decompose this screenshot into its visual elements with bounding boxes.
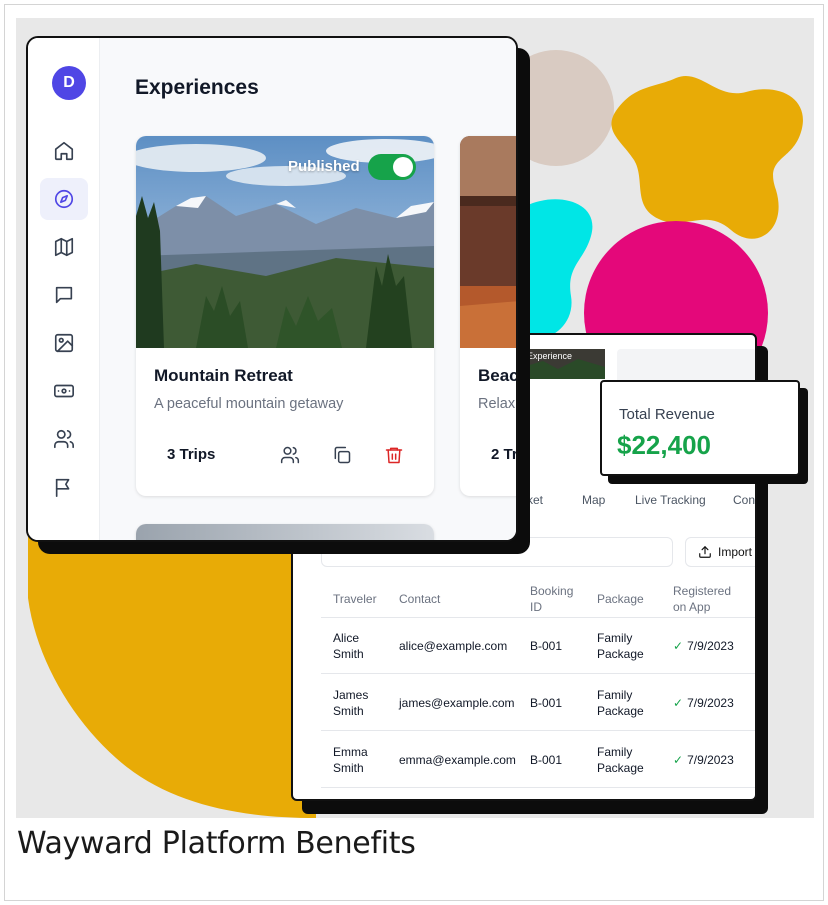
col-contact: Contact: [399, 592, 441, 606]
experience-thumbnail: Experience: [523, 349, 605, 379]
toggle-knob: [393, 157, 413, 177]
booking-id: B-001: [530, 696, 563, 710]
registered-date: ✓ 7/9/2023: [673, 695, 734, 711]
package: Family Package: [597, 688, 644, 718]
figure-caption: Wayward Platform Benefits: [17, 826, 416, 861]
flag-icon: [55, 478, 70, 497]
row-divider: [321, 730, 755, 731]
sidebar-item-gallery[interactable]: [40, 322, 88, 364]
avatar[interactable]: D: [52, 66, 86, 100]
tab-contacts[interactable]: Cont: [733, 493, 755, 507]
card-title: Beac: [478, 366, 518, 385]
trash-icon[interactable]: [384, 445, 404, 465]
card-image-preview: [136, 524, 434, 540]
users-icon: [54, 429, 74, 449]
compass-icon: [54, 189, 74, 209]
mountain-image: Published: [136, 136, 434, 348]
registered-date: ✓ 7/9/2023: [673, 638, 734, 654]
sidebar: D: [28, 38, 100, 540]
sidebar-item-reports[interactable]: [40, 466, 88, 508]
experience-card[interactable]: Beac Relax 2 Tr: [460, 136, 518, 496]
copy-icon[interactable]: [332, 445, 352, 465]
revenue-value: $22,400: [617, 430, 711, 460]
sidebar-item-tickets[interactable]: [40, 370, 88, 412]
sidebar-item-users[interactable]: [40, 418, 88, 460]
trips-count: 2 Tr: [491, 446, 518, 463]
sidebar-item-home[interactable]: [40, 130, 88, 172]
package: Family Package: [597, 745, 644, 775]
upload-icon: [699, 546, 711, 558]
import-label: Import C: [718, 545, 755, 559]
trips-count: 3 Trips: [167, 446, 216, 463]
traveler-contact[interactable]: alice@example.com: [399, 638, 507, 654]
experience-card[interactable]: Published Mountain Retreat A peaceful mo…: [136, 136, 434, 496]
check-icon: ✓: [673, 696, 684, 710]
sidebar-item-messages[interactable]: [40, 274, 88, 316]
header-divider: [321, 617, 755, 618]
users-icon[interactable]: [280, 445, 300, 465]
booking-id: B-001: [530, 639, 563, 653]
main-content: Experiences Published Mountain Retreat A…: [100, 38, 516, 540]
card-description: Relax: [478, 396, 516, 412]
package: Family Package: [597, 631, 644, 661]
traveler-contact[interactable]: james@example.com: [399, 695, 515, 711]
revenue-card: Total Revenue $22,400: [600, 380, 800, 476]
check-icon: ✓: [673, 639, 684, 653]
map-icon: [54, 237, 74, 257]
col-traveler: Traveler: [333, 592, 377, 606]
row-divider: [321, 787, 755, 788]
col-registered: Registered on App: [673, 584, 732, 614]
check-icon: ✓: [673, 753, 684, 767]
booking-id: B-001: [530, 753, 563, 767]
import-button[interactable]: Import C: [685, 537, 755, 567]
tab-live-tracking[interactable]: Live Tracking: [635, 493, 706, 507]
beach-image: [460, 136, 516, 348]
image-icon: [54, 333, 74, 353]
traveler-name: Alice Smith: [333, 631, 364, 661]
sidebar-item-map[interactable]: [40, 226, 88, 268]
registered-date-text: 7/9/2023: [687, 753, 734, 767]
beach-landscape: [460, 136, 516, 348]
experience-card[interactable]: [136, 524, 434, 540]
traveler-name: James Smith: [333, 688, 369, 718]
revenue-label: Total Revenue: [619, 406, 715, 423]
traveler-name: Emma Smith: [333, 745, 368, 775]
ticket-icon: [54, 384, 74, 398]
pencil-icon[interactable]: [382, 298, 434, 348]
col-package: Package: [597, 592, 644, 606]
experiences-window: D Experiences Published Mountain Retreat…: [26, 36, 518, 542]
sidebar-item-experiences[interactable]: [40, 178, 88, 220]
published-toggle[interactable]: [368, 154, 416, 180]
tab-map[interactable]: Map: [582, 493, 605, 507]
col-booking-id: Booking ID: [530, 584, 574, 614]
row-divider: [321, 673, 755, 674]
traveler-contact[interactable]: emma@example.com: [399, 752, 516, 768]
registered-date-text: 7/9/2023: [687, 696, 734, 710]
home-icon: [54, 141, 74, 161]
message-icon: [55, 286, 73, 304]
registered-date: ✓ 7/9/2023: [673, 752, 734, 768]
card-description: A peaceful mountain getaway: [154, 396, 344, 412]
thumbnail-label: Experience: [527, 351, 573, 361]
card-title: Mountain Retreat: [154, 366, 293, 385]
page-title: Experiences: [135, 76, 259, 99]
published-label: Published: [288, 158, 360, 175]
registered-date-text: 7/9/2023: [687, 639, 734, 653]
